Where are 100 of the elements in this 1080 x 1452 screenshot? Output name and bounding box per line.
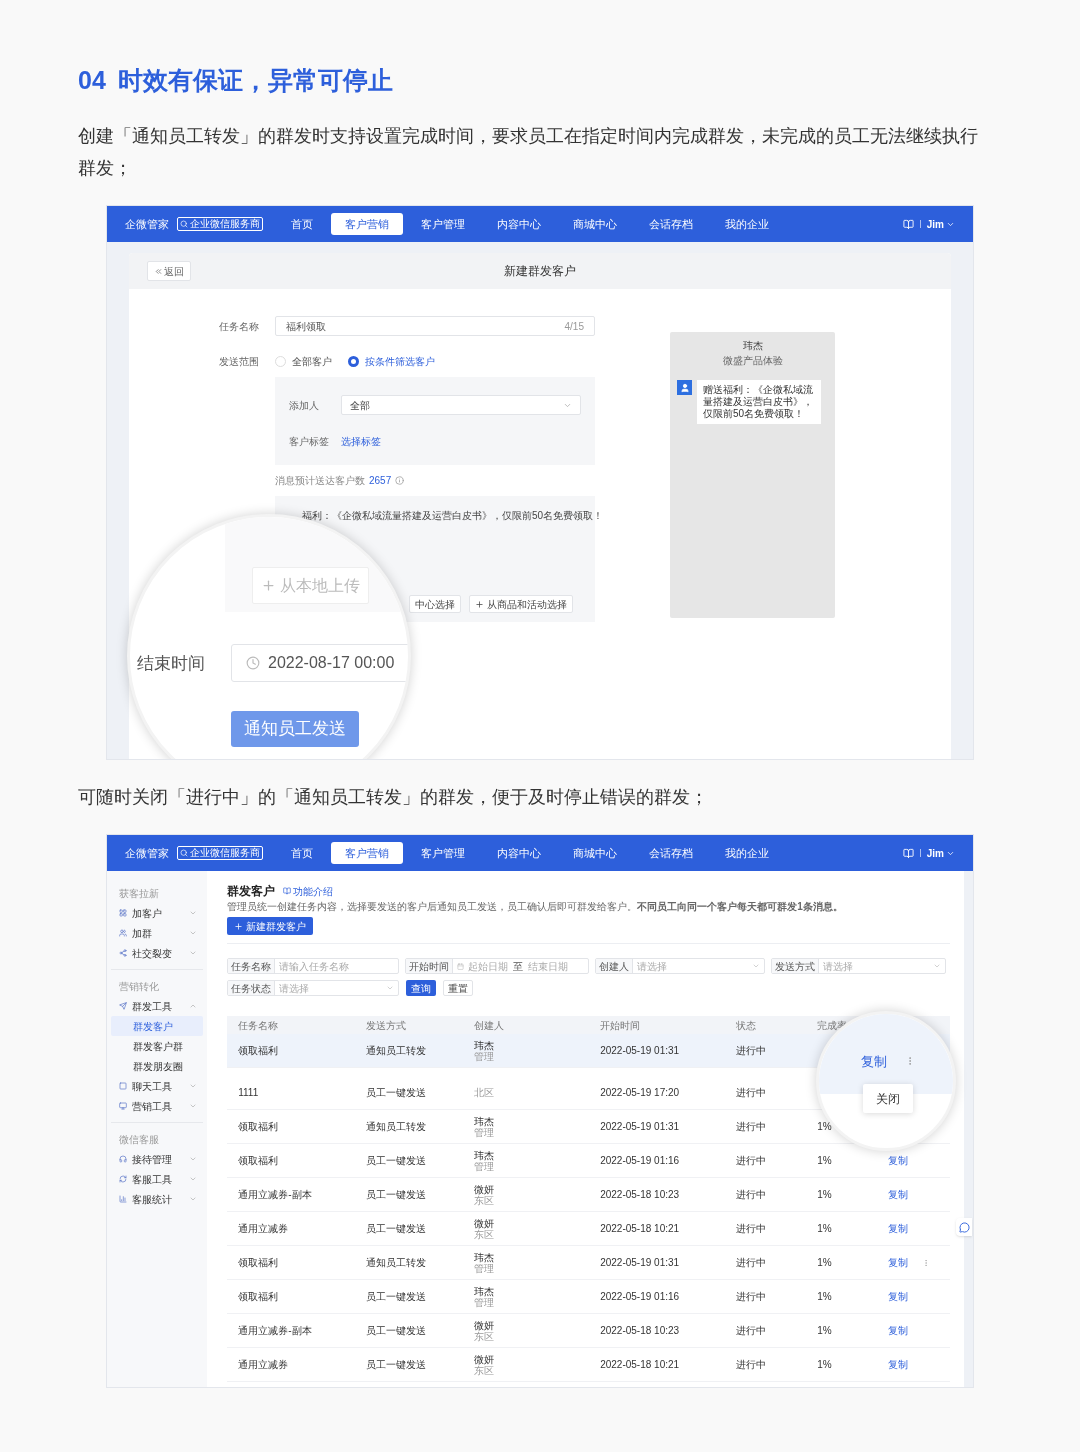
table-cell-text: 员工一键发送 bbox=[366, 1086, 428, 1100]
radio-button[interactable] bbox=[348, 355, 359, 367]
sidebar-item[interactable]: 营销工具 bbox=[111, 1096, 204, 1116]
page-title: 群发客户 bbox=[227, 883, 276, 900]
sidebar-subitem[interactable]: 群发客户 bbox=[111, 1016, 204, 1036]
back-button[interactable]: 返回 bbox=[147, 261, 191, 281]
table-cell-text: 通知员工转发 bbox=[366, 1256, 428, 1270]
nav-tab[interactable]: 会话存档 bbox=[635, 213, 707, 235]
refresh-icon bbox=[119, 1175, 127, 1183]
field-label: 客户标签 bbox=[289, 434, 330, 449]
end-time-field[interactable]: 2022-08-17 00:00 bbox=[231, 644, 408, 682]
creator-group: 北区 bbox=[474, 1087, 601, 1098]
nav-tab[interactable]: 商城中心 bbox=[559, 842, 631, 864]
search-icon bbox=[180, 849, 188, 857]
table-cell-text: 员工一键发送 bbox=[366, 1290, 428, 1304]
new-broadcast-button[interactable]: 新建群发客户 bbox=[227, 917, 314, 935]
creator-group: 管理 bbox=[474, 1126, 601, 1138]
sidebar-group-label: 获客拉新 bbox=[118, 886, 160, 901]
add-attachment-button[interactable]: 中心选择 bbox=[409, 595, 461, 613]
table-cell-text: 员工一键发送 bbox=[366, 1154, 428, 1168]
copy-link[interactable]: 复制 bbox=[888, 1255, 909, 1270]
avatar-icon bbox=[677, 380, 692, 395]
nav-tab[interactable]: 客户营销 bbox=[331, 842, 403, 864]
user-menu[interactable]: Jim bbox=[926, 845, 955, 861]
table-cell-text: 进行中 bbox=[736, 1044, 768, 1058]
copy-link[interactable]: 复制 bbox=[888, 1187, 909, 1202]
filter-field[interactable]: 任务状态 请选择 bbox=[227, 980, 400, 996]
filter-field[interactable]: 开始时间 起始日期 至 结束日期 bbox=[405, 958, 590, 974]
sidebar-item[interactable]: 加群 bbox=[111, 923, 204, 943]
company-name: 微盛产品体验 bbox=[722, 354, 783, 368]
copy-link[interactable]: 复制 bbox=[888, 1153, 909, 1168]
estimate-label: 消息预计送达客户数 bbox=[275, 473, 365, 488]
nav-tab[interactable]: 客户管理 bbox=[407, 213, 479, 235]
table-cell-text: 2022-05-18 10:21 bbox=[600, 1222, 681, 1236]
table-cell-text: 进行中 bbox=[736, 1086, 768, 1100]
chevron-down-icon bbox=[933, 962, 942, 970]
search-button[interactable]: 查询 bbox=[406, 980, 437, 996]
chevron-down-icon bbox=[189, 929, 198, 937]
nav-tab[interactable]: 我的企业 bbox=[711, 842, 783, 864]
adder-select[interactable]: 全部 bbox=[341, 395, 581, 415]
user-menu[interactable]: Jim bbox=[926, 216, 955, 232]
chevron-down-icon bbox=[386, 984, 395, 992]
nav-tab[interactable]: 首页 bbox=[277, 213, 327, 235]
share-icon bbox=[119, 949, 127, 957]
paragraph: 创建「通知员工转发」的群发时支持设置完成时间，要求员工在指定时间内完成群发，未完成的员工无法继续执行群发； bbox=[78, 125, 979, 180]
filter-field[interactable]: 发送方式 请选择 bbox=[771, 958, 947, 974]
sidebar-item[interactable]: 客服工具 bbox=[111, 1169, 204, 1189]
sidebar-item[interactable]: 聊天工具 bbox=[111, 1076, 204, 1096]
help-link[interactable]: 功能介绍 bbox=[283, 883, 334, 899]
task-name-field[interactable]: 福利领取 4/15 bbox=[275, 316, 595, 336]
nav-tab[interactable]: 内容中心 bbox=[483, 213, 555, 235]
nav-tab[interactable]: 客户营销 bbox=[331, 213, 403, 235]
nav-tab[interactable]: 我的企业 bbox=[711, 213, 783, 235]
chevron-up-icon bbox=[189, 1002, 198, 1010]
table-cell-text: 员工一键发送 bbox=[366, 1188, 428, 1202]
table-cell-text: 2022-05-19 01:16 bbox=[600, 1154, 681, 1168]
radio-option[interactable]: 全部客户 bbox=[275, 353, 332, 369]
filter-field[interactable]: 创建人 请选择 bbox=[595, 958, 766, 974]
sidebar-item[interactable]: 群发工具 bbox=[111, 996, 204, 1016]
creator-name: 玮杰 bbox=[474, 1115, 496, 1127]
sidebar-subitem[interactable]: 群发朋友圈 bbox=[111, 1056, 204, 1076]
book-icon[interactable] bbox=[902, 847, 914, 859]
nav-tab[interactable]: 会话存档 bbox=[635, 842, 707, 864]
select-tags-link[interactable]: 选择标签 bbox=[341, 433, 381, 449]
sidebar-item[interactable]: 社交裂变 bbox=[111, 943, 204, 963]
sidebar-item[interactable]: 客服统计 bbox=[111, 1189, 204, 1209]
sidebar-group-label: 微信客服 bbox=[118, 1132, 160, 1147]
table-cell-text: 通用立减券-副本 bbox=[238, 1324, 313, 1338]
paragraph: 可随时关闭「进行中」的「通知员工转发」的群发，便于及时停止错误的群发； bbox=[78, 786, 709, 809]
table-cell-text: 进行中 bbox=[736, 1188, 768, 1202]
table-cell-text: 1% bbox=[817, 1222, 833, 1236]
nav-tab[interactable]: 内容中心 bbox=[483, 842, 555, 864]
table-cell-text: 2022-05-19 01:16 bbox=[600, 1290, 681, 1304]
copy-link[interactable]: 复制 bbox=[888, 1323, 909, 1338]
monitor-icon bbox=[119, 1102, 127, 1110]
sender-name: 玮杰 bbox=[742, 339, 763, 353]
nav-tab[interactable]: 商城中心 bbox=[559, 213, 631, 235]
copy-link[interactable]: 复制 bbox=[888, 1221, 909, 1236]
users-icon bbox=[119, 929, 127, 937]
sidebar-subitem[interactable]: 群发客户群 bbox=[111, 1036, 204, 1056]
sidebar-item[interactable]: 加客户 bbox=[111, 903, 204, 923]
table-cell-text: 领取福利 bbox=[238, 1290, 280, 1304]
chevron-down-icon bbox=[189, 949, 198, 957]
reset-button[interactable]: 重置 bbox=[443, 980, 474, 996]
table-cell-text: 2022-05-18 10:23 bbox=[600, 1324, 681, 1338]
table-cell-text: 员工一键发送 bbox=[366, 1222, 428, 1236]
sidebar-item[interactable]: 接待管理 bbox=[111, 1149, 204, 1169]
chevron-down-icon bbox=[189, 1175, 198, 1183]
add-attachment-button[interactable]: 从商品和活动选择 bbox=[469, 595, 573, 613]
section-heading: 04 时效有保证，异常可停止 bbox=[78, 65, 394, 96]
copy-link[interactable]: 复制 bbox=[888, 1289, 909, 1304]
filter-field[interactable]: 任务名称 请输入任务名称 bbox=[227, 958, 400, 974]
chat-float-button[interactable] bbox=[956, 1218, 972, 1236]
nav-tab[interactable]: 首页 bbox=[277, 842, 327, 864]
close-menu-item[interactable]: 关闭 bbox=[876, 1089, 900, 1108]
creator-group: 东区 bbox=[474, 1228, 601, 1240]
copy-link[interactable]: 复制 bbox=[888, 1357, 909, 1372]
book-icon[interactable] bbox=[902, 218, 914, 230]
radio-option[interactable]: 按条件筛选客户 bbox=[348, 353, 435, 369]
nav-tab[interactable]: 客户管理 bbox=[407, 842, 479, 864]
